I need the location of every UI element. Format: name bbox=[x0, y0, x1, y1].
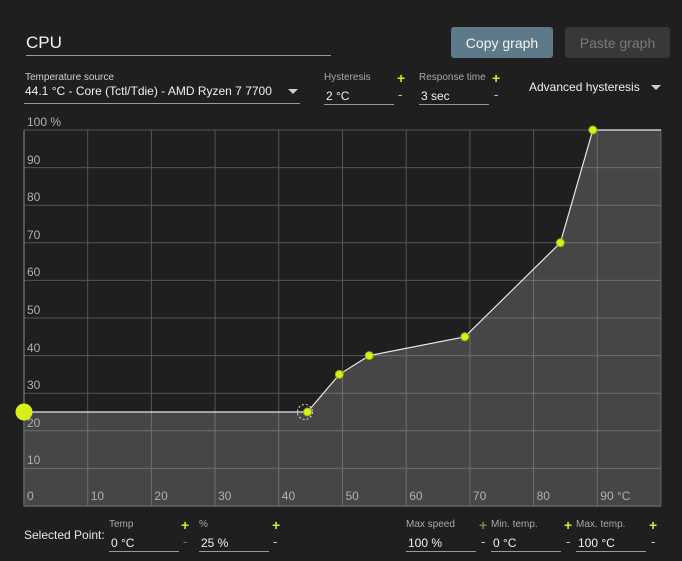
max-temp-minus-button[interactable]: - bbox=[651, 534, 655, 549]
x-tick-label: 10 bbox=[90, 489, 105, 503]
curve-point[interactable] bbox=[460, 332, 470, 342]
x-tick-label: 40 bbox=[281, 489, 296, 503]
percent-field[interactable]: 25 % bbox=[199, 532, 269, 552]
x-tick-label: 70 bbox=[472, 489, 487, 503]
temp-label: Temp bbox=[109, 519, 134, 530]
max-temp-plus-button[interactable]: + bbox=[649, 518, 657, 532]
temp-minus-button[interactable]: - bbox=[183, 534, 187, 549]
curve-point[interactable] bbox=[588, 125, 598, 135]
x-tick-label: 80 bbox=[536, 489, 550, 503]
y-tick-label: 30 bbox=[27, 378, 41, 393]
max-temp-field[interactable]: 100 °C bbox=[576, 532, 646, 552]
y-tick-label: 10 bbox=[27, 453, 41, 468]
x-tick-label: 0 bbox=[27, 489, 34, 503]
y-tick-label: 50 bbox=[27, 303, 41, 317]
min-temp-plus-button[interactable]: + bbox=[564, 518, 572, 532]
y-tick-label: 40 bbox=[27, 340, 41, 355]
y-tick-label: 90 bbox=[27, 152, 41, 167]
curve-point[interactable] bbox=[555, 238, 565, 248]
percent-plus-button[interactable]: + bbox=[272, 518, 280, 532]
x-tick-label: 90 °C bbox=[600, 489, 631, 503]
max-temp-label: Max. temp. bbox=[576, 519, 626, 530]
max-speed-minus-button[interactable]: - bbox=[481, 534, 485, 549]
max-speed-plus-button[interactable]: + bbox=[479, 518, 487, 532]
fan-curve-chart[interactable] bbox=[0, 0, 682, 561]
percent-minus-button[interactable]: - bbox=[273, 534, 277, 549]
x-tick-label: 20 bbox=[154, 489, 168, 503]
y-tick-label: 20 bbox=[27, 415, 41, 430]
max-speed-field[interactable]: 100 % bbox=[406, 532, 476, 552]
min-temp-label: Min. temp. bbox=[491, 519, 538, 530]
y-tick-label: 80 bbox=[27, 190, 41, 205]
percent-label: % bbox=[199, 519, 208, 530]
y-tick-label: 60 bbox=[27, 265, 41, 280]
x-tick-label: 50 bbox=[345, 489, 359, 503]
curve-point[interactable] bbox=[364, 351, 374, 361]
selected-point-label: Selected Point: bbox=[24, 528, 105, 542]
x-tick-label: 60 bbox=[409, 489, 423, 503]
temp-plus-button[interactable]: + bbox=[181, 518, 189, 532]
max-speed-label: Max speed bbox=[406, 519, 455, 530]
x-tick-label: 30 bbox=[218, 489, 232, 503]
temp-field[interactable]: 0 °C bbox=[109, 532, 179, 552]
min-temp-field[interactable]: 0 °C bbox=[491, 532, 561, 552]
curve-point[interactable] bbox=[334, 369, 344, 379]
y-tick-label: 100 % bbox=[27, 115, 62, 129]
y-tick-label: 70 bbox=[27, 227, 41, 242]
curve-point[interactable] bbox=[302, 407, 312, 417]
min-temp-minus-button[interactable]: - bbox=[566, 534, 570, 549]
